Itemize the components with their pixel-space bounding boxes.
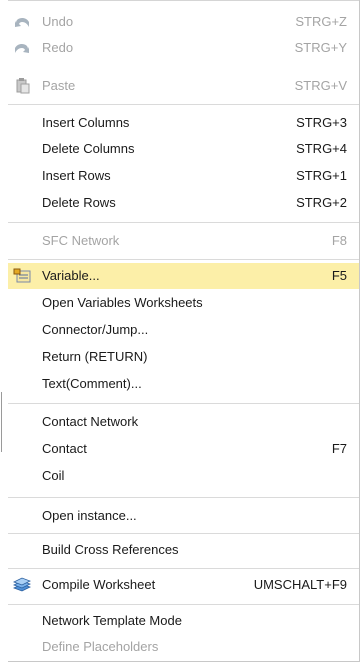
menu-item-define-placeholders[interactable]: Define Placeholders <box>8 634 359 660</box>
menu-item-coil[interactable]: Coil <box>8 463 359 489</box>
menu-item-label: Define Placeholders <box>42 639 159 654</box>
menu-item-label: Coil <box>42 468 65 483</box>
menu-item-contact[interactable]: Contact F7 <box>8 436 359 462</box>
menu-item-label: Build Cross References <box>42 542 179 557</box>
menu-item-label: Delete Columns <box>42 141 135 156</box>
menu-item-connector-jump[interactable]: Connector/Jump... <box>8 317 359 343</box>
menu-item-shortcut: F7 <box>331 441 347 456</box>
menu-item-shortcut: STRG+V <box>294 78 347 93</box>
menu-item-label: Contact Network <box>42 414 139 429</box>
context-menu: Undo STRG+Z Redo STRG+Y Paste STRG+V Ins… <box>8 0 360 662</box>
menu-item-paste[interactable]: Paste STRG+V <box>8 73 359 99</box>
menu-top-border <box>8 0 359 1</box>
left-window-edge <box>0 0 8 662</box>
menu-item-shortcut: STRG+3 <box>296 115 347 130</box>
menu-item-label: Connector/Jump... <box>42 322 149 337</box>
menu-item-shortcut: STRG+Y <box>294 40 347 55</box>
menu-item-label: Delete Rows <box>42 195 116 210</box>
edge-mark <box>1 392 2 452</box>
menu-separator <box>8 568 359 569</box>
menu-separator <box>8 104 359 105</box>
menu-item-label: Variable... <box>42 268 100 283</box>
menu-item-label: Network Template Mode <box>42 613 182 628</box>
menu-separator <box>8 533 359 534</box>
menu-separator <box>8 259 359 260</box>
menu-item-label: Open instance... <box>42 508 137 523</box>
menu-item-label: Undo <box>42 14 74 29</box>
menu-item-insert-rows[interactable]: Insert Rows STRG+1 <box>8 163 359 189</box>
menu-item-label: Redo <box>42 40 74 55</box>
menu-item-shortcut: STRG+1 <box>296 168 347 183</box>
menu-item-build-cross-references[interactable]: Build Cross References <box>8 537 359 563</box>
menu-item-shortcut: F5 <box>331 268 347 283</box>
menu-item-label: Insert Rows <box>42 168 111 183</box>
menu-item-shortcut: STRG+Z <box>295 14 347 29</box>
menu-separator <box>8 604 359 605</box>
menu-item-label: SFC Network <box>42 233 120 248</box>
menu-item-label: Open Variables Worksheets <box>42 295 203 310</box>
menu-item-label: Return (RETURN) <box>42 349 148 364</box>
redo-icon <box>12 39 32 57</box>
menu-item-open-instance[interactable]: Open instance... <box>8 503 359 529</box>
paste-icon <box>12 77 32 95</box>
menu-item-shortcut: STRG+4 <box>296 141 347 156</box>
menu-item-variable[interactable]: Variable... F5 <box>8 263 359 289</box>
menu-item-undo[interactable]: Undo STRG+Z <box>8 9 359 35</box>
menu-item-open-variables-worksheets[interactable]: Open Variables Worksheets <box>8 290 359 316</box>
menu-item-contact-network[interactable]: Contact Network <box>8 409 359 435</box>
menu-item-label: Insert Columns <box>42 115 130 130</box>
menu-item-delete-columns[interactable]: Delete Columns STRG+4 <box>8 136 359 162</box>
undo-icon <box>12 13 32 31</box>
menu-item-label: Text(Comment)... <box>42 376 142 391</box>
menu-item-shortcut: F8 <box>331 233 347 248</box>
menu-item-shortcut: STRG+2 <box>296 195 347 210</box>
menu-item-return[interactable]: Return (RETURN) <box>8 344 359 370</box>
menu-item-sfc-network[interactable]: SFC Network F8 <box>8 228 359 254</box>
menu-item-text-comment[interactable]: Text(Comment)... <box>8 371 359 397</box>
menu-separator <box>8 403 359 404</box>
menu-item-network-template-mode[interactable]: Network Template Mode <box>8 608 359 634</box>
menu-item-redo[interactable]: Redo STRG+Y <box>8 35 359 61</box>
variable-icon <box>12 267 32 285</box>
compile-icon <box>12 576 32 594</box>
menu-separator <box>8 222 359 223</box>
menu-separator <box>8 497 359 498</box>
menu-item-delete-rows[interactable]: Delete Rows STRG+2 <box>8 190 359 216</box>
menu-item-label: Paste <box>42 78 76 93</box>
menu-item-shortcut: UMSCHALT+F9 <box>253 577 347 592</box>
menu-item-label: Compile Worksheet <box>42 577 156 592</box>
menu-item-label: Contact <box>42 441 87 456</box>
menu-item-compile-worksheet[interactable]: Compile Worksheet UMSCHALT+F9 <box>8 572 359 598</box>
menu-item-insert-columns[interactable]: Insert Columns STRG+3 <box>8 110 359 136</box>
